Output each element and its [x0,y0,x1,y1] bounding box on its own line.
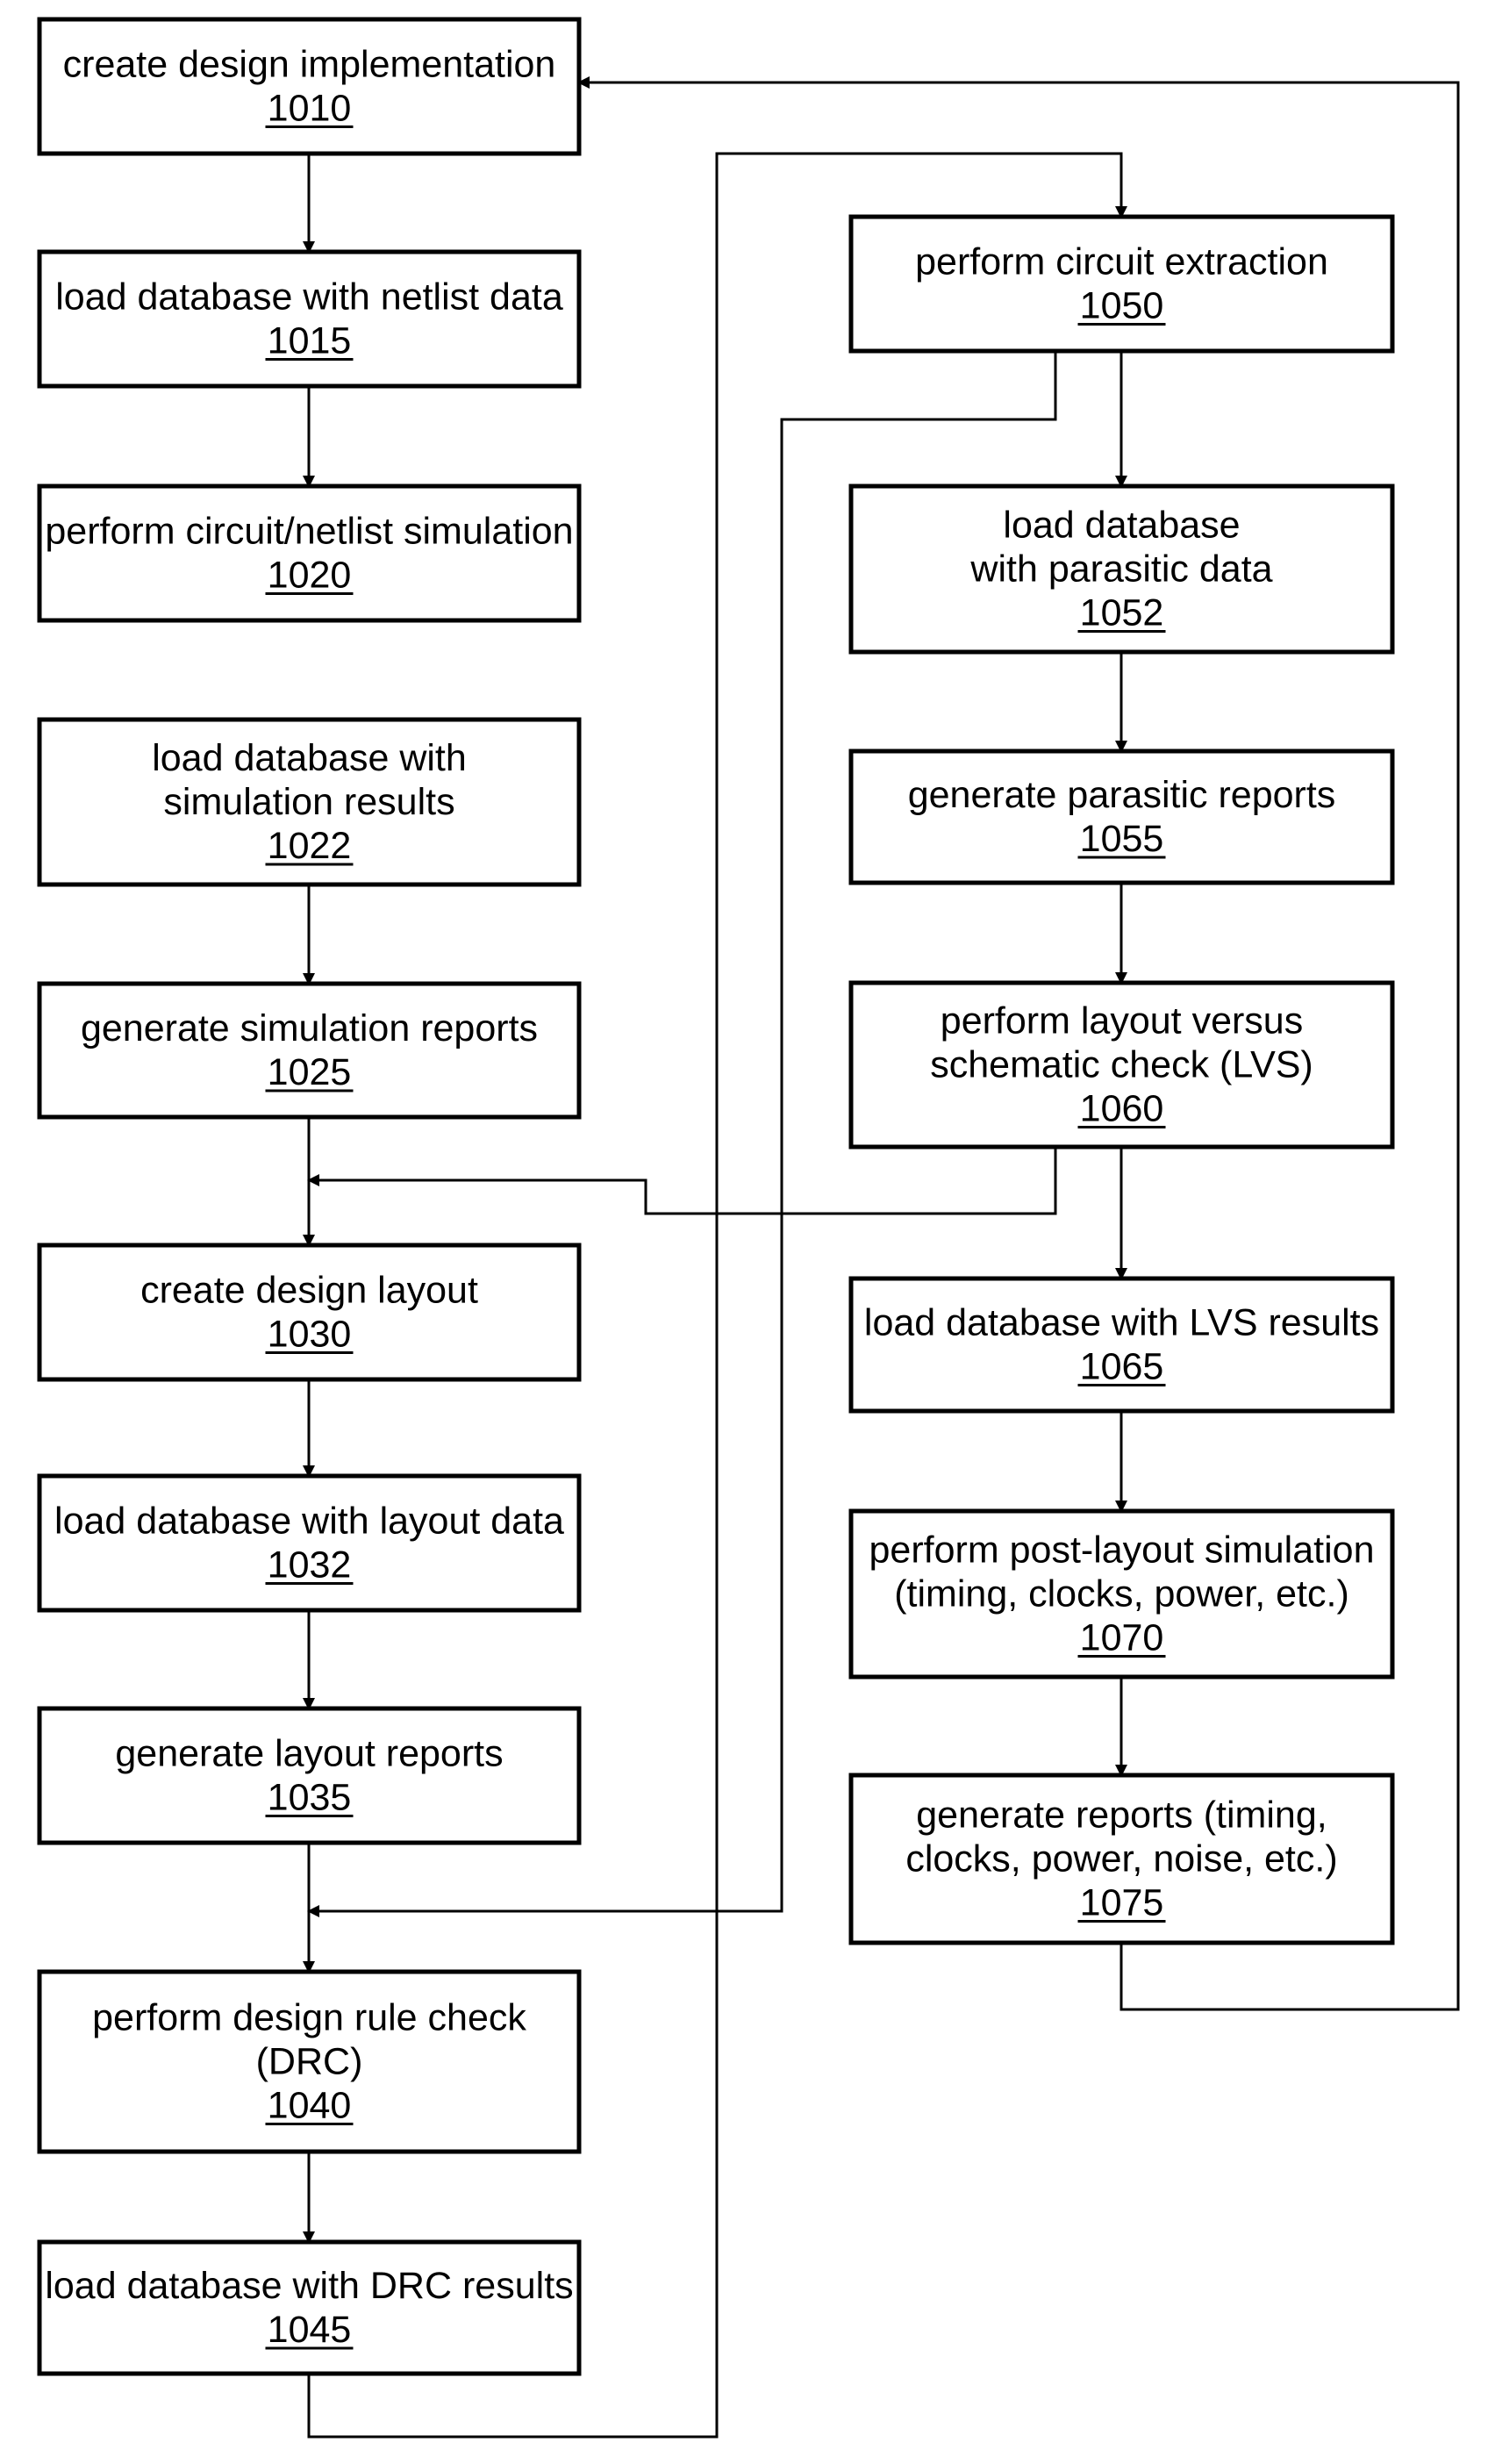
step-1060: perform layout versusschematic check (LV… [848,980,1395,1150]
step-label: (DRC) [256,2041,363,2083]
step-label: (timing, clocks, power, etc.) [894,1573,1349,1615]
step-1030: create design layout1030 [37,1243,582,1382]
step-number: 1055 [1080,818,1164,860]
step-number: 1045 [268,2309,352,2351]
flowchart: create design implementation1010 load dat… [37,17,1460,2439]
step-label: create design layout [140,1270,478,1312]
step-box [37,17,582,156]
step-number: 1025 [268,1051,352,1093]
step-label: perform layout versus [941,1000,1303,1042]
step-box [848,1276,1395,1414]
step-label: perform design rule check [92,1997,526,2039]
step-label: simulation results [163,781,454,823]
step-1032: load database with layout data1032 [37,1473,582,1613]
step-number: 1065 [1080,1346,1164,1388]
step-label: perform circuit/netlist simulation [45,511,573,553]
step-number: 1032 [268,1544,352,1587]
step-label: clocks, power, noise, etc.) [905,1838,1337,1880]
step-number: 1052 [1080,592,1164,634]
step-1075: generate reports (timing,clocks, power, … [848,1773,1395,1945]
step-number: 1020 [268,555,352,597]
step-number: 1010 [268,88,352,130]
step-box [37,249,582,389]
step-1015: load database with netlist data1015 [37,249,582,389]
step-1035: generate layout reports1035 [37,1706,582,1845]
step-label: generate parasitic reports [908,774,1336,816]
step-1010: create design implementation1010 [37,17,582,156]
step-box [37,2239,582,2376]
step-1045: load database with DRC results1045 [37,2239,582,2376]
step-number: 1030 [268,1314,352,1356]
step-1055: generate parasitic reports1055 [848,749,1395,885]
step-label: load database with layout data [54,1501,564,1543]
step-label: load database with DRC results [45,2265,573,2307]
step-label: create design implementation [63,44,556,86]
step-box [37,1243,582,1382]
step-1020: perform circuit/netlist simulation1020 [37,483,582,623]
step-box [848,749,1395,885]
step-label: load database with netlist data [55,276,563,319]
step-number: 1015 [268,320,352,362]
step-label: perform post-layout simulation [869,1529,1375,1572]
step-number: 1075 [1080,1882,1164,1924]
step-label: generate layout reports [115,1733,503,1775]
step-number: 1035 [268,1777,352,1819]
step-number: 1040 [268,2085,352,2127]
step-number: 1070 [1080,1617,1164,1659]
step-label: generate reports (timing, [916,1794,1327,1837]
step-1050: perform circuit extraction1050 [848,214,1395,354]
step-number: 1060 [1080,1088,1164,1130]
step-1070: perform post-layout simulation(timing, c… [848,1508,1395,1680]
step-1052: load databasewith parasitic data1052 [848,483,1395,655]
step-1022: load database withsimulation results1022 [37,717,582,887]
step-label: load database with LVS results [864,1302,1379,1344]
step-label: schematic check (LVS) [930,1044,1313,1086]
step-box [848,214,1395,354]
step-1065: load database with LVS results1065 [848,1276,1395,1414]
step-1040: perform design rule check(DRC)1040 [37,1969,582,2154]
step-label: generate simulation reports [81,1007,538,1049]
step-label: with parasitic data [969,548,1272,591]
step-number: 1050 [1080,285,1164,327]
arrow-1060-to-1030 [307,1147,1057,1215]
step-box [37,981,582,1120]
step-box [37,483,582,623]
step-number: 1022 [268,825,352,867]
step-label: load database [1003,505,1240,547]
step-label: perform circuit extraction [915,241,1328,283]
step-box [37,1473,582,1613]
step-1025: generate simulation reports1025 [37,981,582,1120]
step-box [37,1706,582,1845]
step-label: load database with [152,737,467,779]
